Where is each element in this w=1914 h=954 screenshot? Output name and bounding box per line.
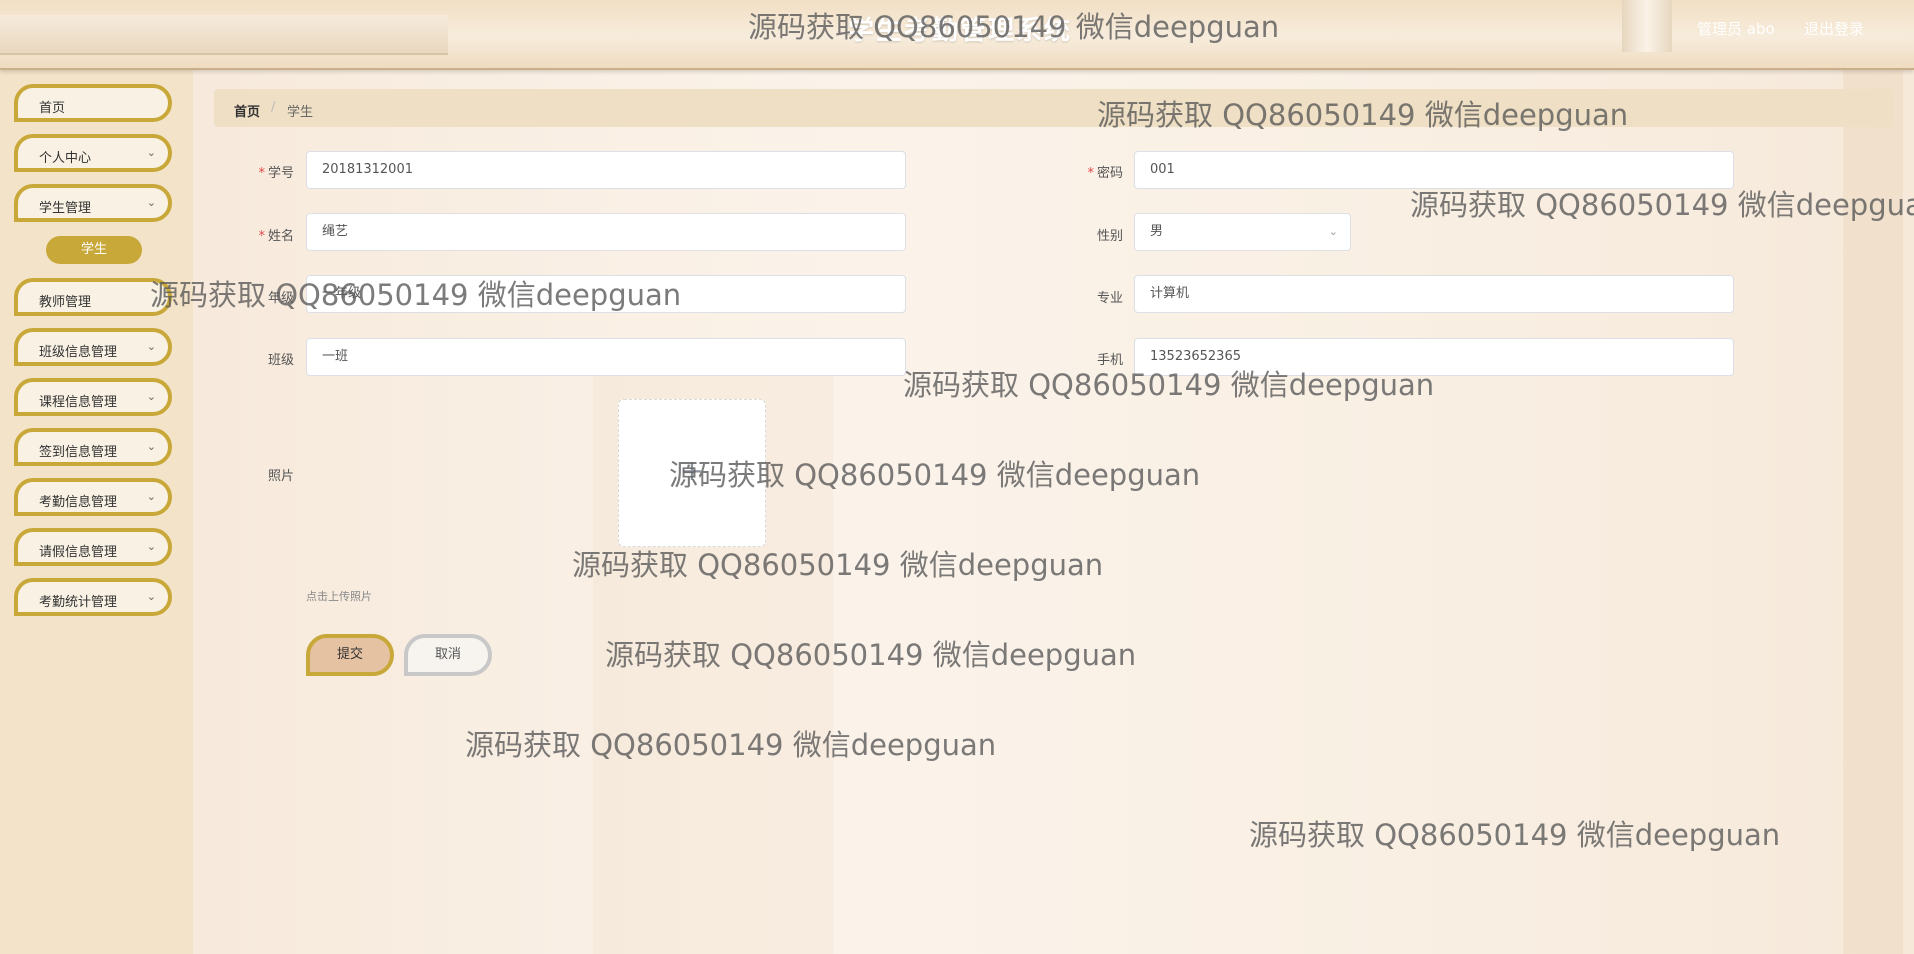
student-id-label: * 学号: [258, 166, 294, 181]
breadcrumb-current: 学生: [287, 105, 314, 120]
photo-upload-hint[interactable]: 点击上传照片: [306, 588, 372, 604]
sidebar-item-label: 教师管理: [39, 295, 92, 310]
sidebar-item-attendance-info[interactable]: 考勤信息管理 ⌄: [14, 478, 172, 516]
gender-select[interactable]: 男 ⌄: [1134, 213, 1351, 251]
sidebar-item-teacher-management[interactable]: 教师管理: [14, 278, 172, 316]
name-input[interactable]: 绳艺: [306, 213, 906, 251]
password-input[interactable]: 001: [1134, 151, 1734, 189]
chevron-down-icon: ⌄: [146, 590, 156, 603]
sidebar-item-label: 课程信息管理: [39, 395, 118, 410]
background-decor: [1843, 70, 1903, 954]
major-label: 专业: [1096, 291, 1123, 306]
grade-input[interactable]: 一年级: [306, 275, 906, 313]
major-input[interactable]: 计算机: [1134, 275, 1734, 313]
password-label: * 密码: [1087, 166, 1123, 181]
phone-input[interactable]: 13523652365: [1134, 338, 1734, 376]
chevron-down-icon: ⌄: [146, 196, 156, 209]
photo-upload-box[interactable]: +: [618, 399, 766, 547]
header-decor-bar: [0, 15, 448, 55]
sidebar-item-attendance-stats[interactable]: 考勤统计管理 ⌄: [14, 578, 172, 616]
sidebar-item-label: 请假信息管理: [39, 545, 118, 560]
sidebar-item-label: 考勤信息管理: [39, 495, 118, 510]
breadcrumb-separator: /: [271, 100, 276, 115]
sidebar-item-label: 班级信息管理: [39, 345, 118, 360]
sidebar-item-student-management[interactable]: 学生管理 ⌄: [14, 184, 172, 222]
gender-label: 性别: [1096, 229, 1123, 244]
logout-link[interactable]: 退出登录: [1804, 18, 1864, 39]
chevron-down-icon: ⌄: [146, 440, 156, 453]
class-input[interactable]: 一班: [306, 338, 906, 376]
chevron-down-icon: ⌄: [146, 490, 156, 503]
cancel-button[interactable]: 取消: [404, 634, 492, 676]
name-label: * 姓名: [258, 229, 294, 244]
chevron-down-icon: ⌄: [1328, 225, 1338, 238]
app-title: 学生考勤管理系统: [847, 16, 1072, 46]
sidebar-item-course-info[interactable]: 课程信息管理 ⌄: [14, 378, 172, 416]
breadcrumb: 首页 / 学生: [214, 89, 1893, 127]
top-header: 学生考勤管理系统 管理员 abo 退出登录: [0, 0, 1914, 70]
class-label: 班级: [267, 353, 294, 368]
gender-select-value: 男: [1150, 224, 1164, 239]
chevron-down-icon: ⌄: [146, 340, 156, 353]
sidebar-subitem-student[interactable]: 学生: [46, 236, 142, 264]
sidebar-item-label: 签到信息管理: [39, 445, 118, 460]
sidebar-item-label: 首页: [39, 101, 66, 116]
breadcrumb-home[interactable]: 首页: [234, 101, 260, 120]
main-content: [193, 70, 1914, 954]
phone-label: 手机: [1096, 353, 1123, 368]
student-id-input[interactable]: 20181312001: [306, 151, 906, 189]
grade-label: 年级: [267, 291, 294, 306]
photo-label: 照片: [267, 469, 294, 484]
sidebar-item-label: 学生管理: [39, 201, 92, 216]
sidebar-item-home[interactable]: 首页: [14, 84, 172, 122]
submit-button[interactable]: 提交: [306, 634, 394, 676]
sidebar-item-class-info[interactable]: 班级信息管理 ⌄: [14, 328, 172, 366]
chevron-down-icon: ⌄: [146, 390, 156, 403]
sidebar: 首页 个人中心 ⌄ 学生管理 ⌄ 学生 教师管理 班级信息管理 ⌄ 课程信息管理…: [0, 70, 193, 954]
chevron-down-icon: ⌄: [146, 146, 156, 159]
sidebar-item-label: 个人中心: [39, 151, 92, 166]
plus-icon: +: [680, 454, 704, 487]
current-user: 管理员 abo: [1697, 20, 1775, 38]
sidebar-item-checkin-info[interactable]: 签到信息管理 ⌄: [14, 428, 172, 466]
header-decor-pillar: [1622, 0, 1672, 52]
sidebar-item-label: 考勤统计管理: [39, 595, 118, 610]
sidebar-item-leave-info[interactable]: 请假信息管理 ⌄: [14, 528, 172, 566]
chevron-down-icon: ⌄: [146, 540, 156, 553]
sidebar-item-profile[interactable]: 个人中心 ⌄: [14, 134, 172, 172]
